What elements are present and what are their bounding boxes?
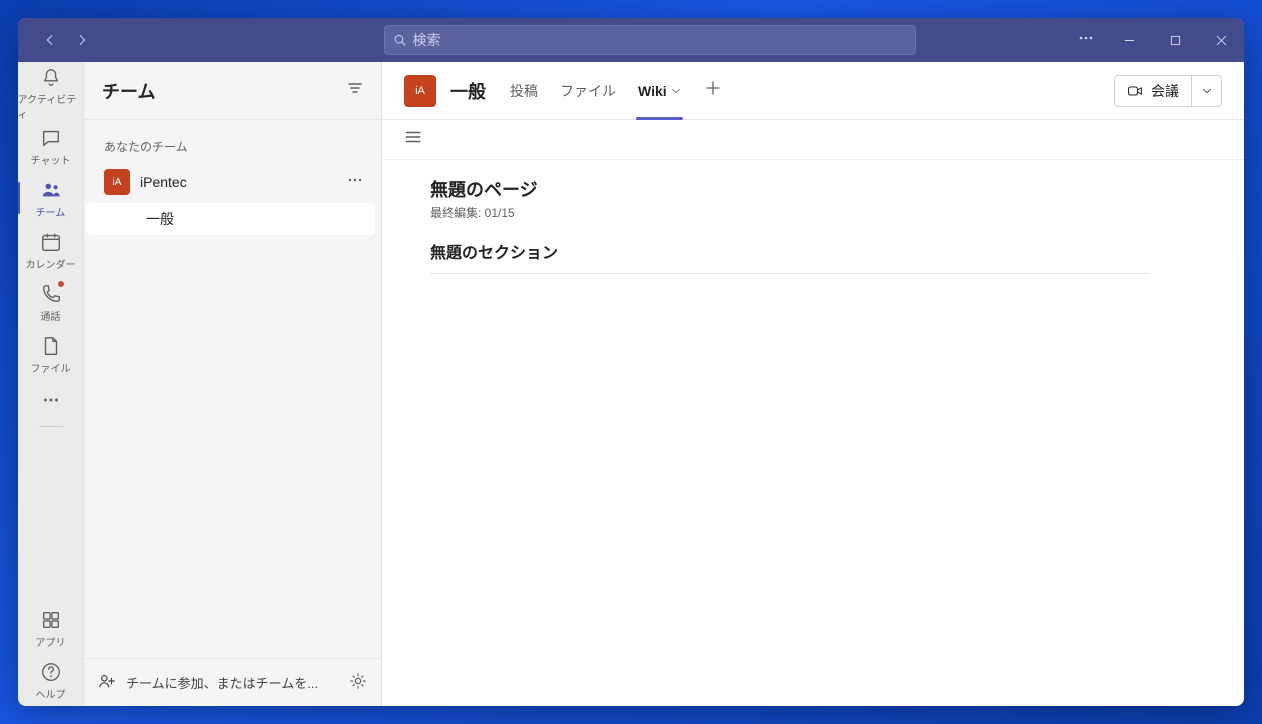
search-input[interactable] bbox=[412, 32, 907, 48]
close-button[interactable] bbox=[1198, 18, 1244, 62]
team-avatar: iA bbox=[104, 169, 130, 195]
more-horizontal-icon bbox=[347, 172, 363, 188]
tab-posts[interactable]: 投稿 bbox=[506, 62, 542, 120]
app-window: アクティビティ チャット チーム カレンダー bbox=[18, 18, 1244, 706]
chat-icon bbox=[39, 126, 63, 150]
rail-item-calls[interactable]: 通話 bbox=[18, 276, 84, 328]
bell-icon bbox=[39, 67, 63, 89]
maximize-button[interactable] bbox=[1152, 18, 1198, 62]
maximize-icon bbox=[1170, 35, 1181, 46]
search-box[interactable] bbox=[384, 25, 916, 55]
rail-label: 通話 bbox=[41, 308, 61, 323]
rail-item-more[interactable] bbox=[18, 380, 84, 420]
rail-label: チャット bbox=[31, 152, 71, 167]
chevron-right-icon bbox=[75, 33, 89, 47]
meet-button-group: 会議 bbox=[1114, 75, 1222, 107]
rail-item-chat[interactable]: チャット bbox=[18, 120, 84, 172]
rail-divider bbox=[39, 426, 63, 427]
rail-item-teams[interactable]: チーム bbox=[18, 172, 84, 224]
add-tab-button[interactable] bbox=[699, 80, 727, 101]
plus-icon bbox=[705, 80, 721, 96]
help-icon bbox=[39, 660, 63, 684]
team-name: iPentec bbox=[140, 174, 361, 190]
close-icon bbox=[1216, 35, 1227, 46]
wiki-nav-toggle[interactable] bbox=[404, 128, 422, 151]
rail-label: カレンダー bbox=[26, 256, 76, 271]
channel-row-general[interactable]: 一般 bbox=[86, 203, 375, 235]
meet-label: 会議 bbox=[1151, 81, 1179, 101]
wiki-page-title[interactable]: 無題のページ bbox=[430, 176, 1196, 202]
rail-item-help[interactable]: ヘルプ bbox=[18, 654, 84, 706]
search-icon bbox=[393, 33, 406, 47]
filter-button[interactable] bbox=[347, 80, 363, 101]
chevron-down-icon bbox=[1202, 86, 1212, 96]
team-more-button[interactable] bbox=[347, 172, 363, 193]
wiki-toolbar bbox=[382, 120, 1244, 160]
tab-files[interactable]: ファイル bbox=[556, 62, 620, 120]
manage-teams-button[interactable] bbox=[349, 672, 367, 693]
teams-section-label: あなたのチーム bbox=[84, 130, 381, 163]
wiki-body: 無題のページ 最終編集: 01/15 無題のセクション bbox=[382, 160, 1244, 290]
panel-title: チーム bbox=[102, 78, 155, 104]
notification-dot bbox=[57, 280, 65, 288]
gear-icon bbox=[349, 672, 367, 690]
meet-button[interactable]: 会議 bbox=[1114, 75, 1192, 107]
title-bar bbox=[18, 18, 1244, 62]
rail-item-apps[interactable]: アプリ bbox=[18, 602, 84, 654]
rail-item-calendar[interactable]: カレンダー bbox=[18, 224, 84, 276]
video-icon bbox=[1127, 83, 1143, 99]
chevron-left-icon bbox=[43, 33, 57, 47]
chevron-down-icon bbox=[671, 83, 681, 99]
rail-label: アクティビティ bbox=[18, 91, 84, 121]
wiki-last-edited: 最終編集: 01/15 bbox=[430, 204, 1196, 221]
panel-footer: チームに参加、またはチームを... bbox=[84, 658, 381, 706]
teams-icon bbox=[39, 178, 63, 202]
minimize-button[interactable] bbox=[1106, 18, 1152, 62]
join-team-icon bbox=[98, 672, 116, 693]
meet-dropdown-button[interactable] bbox=[1192, 75, 1222, 107]
rail-item-activity[interactable]: アクティビティ bbox=[18, 68, 84, 120]
teams-panel: チーム あなたのチーム iA iPentec 一般 bbox=[84, 62, 382, 706]
rail-label: チーム bbox=[36, 204, 66, 219]
titlebar-more-button[interactable] bbox=[1066, 30, 1106, 51]
nav-arrows bbox=[18, 26, 104, 54]
channel-title: 一般 bbox=[450, 78, 486, 104]
hamburger-icon bbox=[404, 128, 422, 146]
tab-wiki[interactable]: Wiki bbox=[634, 62, 685, 120]
main-area: iA 一般 投稿 ファイル Wiki 会議 bbox=[382, 62, 1244, 706]
search-wrap bbox=[384, 25, 916, 55]
back-button[interactable] bbox=[36, 26, 64, 54]
window-controls bbox=[1106, 18, 1244, 62]
app-body: アクティビティ チャット チーム カレンダー bbox=[18, 62, 1244, 706]
more-horizontal-icon bbox=[39, 388, 63, 412]
file-icon bbox=[39, 334, 63, 358]
rail-item-files[interactable]: ファイル bbox=[18, 328, 84, 380]
apps-icon bbox=[39, 608, 63, 632]
more-horizontal-icon bbox=[1078, 30, 1094, 46]
main-header: iA 一般 投稿 ファイル Wiki 会議 bbox=[382, 62, 1244, 120]
panel-body: あなたのチーム iA iPentec 一般 bbox=[84, 120, 381, 658]
calendar-icon bbox=[39, 230, 63, 254]
channel-name: 一般 bbox=[146, 209, 174, 229]
filter-icon bbox=[347, 80, 363, 96]
join-team-button[interactable]: チームに参加、またはチームを... bbox=[126, 673, 318, 692]
tab-label: Wiki bbox=[638, 83, 667, 99]
rail-label: ヘルプ bbox=[36, 686, 66, 701]
wiki-section-title[interactable]: 無題のセクション bbox=[430, 239, 1150, 274]
panel-header: チーム bbox=[84, 62, 381, 120]
channel-avatar: iA bbox=[404, 75, 436, 107]
rail-label: アプリ bbox=[36, 634, 66, 649]
minimize-icon bbox=[1124, 35, 1135, 46]
team-row[interactable]: iA iPentec bbox=[84, 163, 381, 201]
forward-button[interactable] bbox=[68, 26, 96, 54]
rail-label: ファイル bbox=[31, 360, 71, 375]
app-rail: アクティビティ チャット チーム カレンダー bbox=[18, 62, 84, 706]
phone-icon bbox=[39, 282, 63, 306]
